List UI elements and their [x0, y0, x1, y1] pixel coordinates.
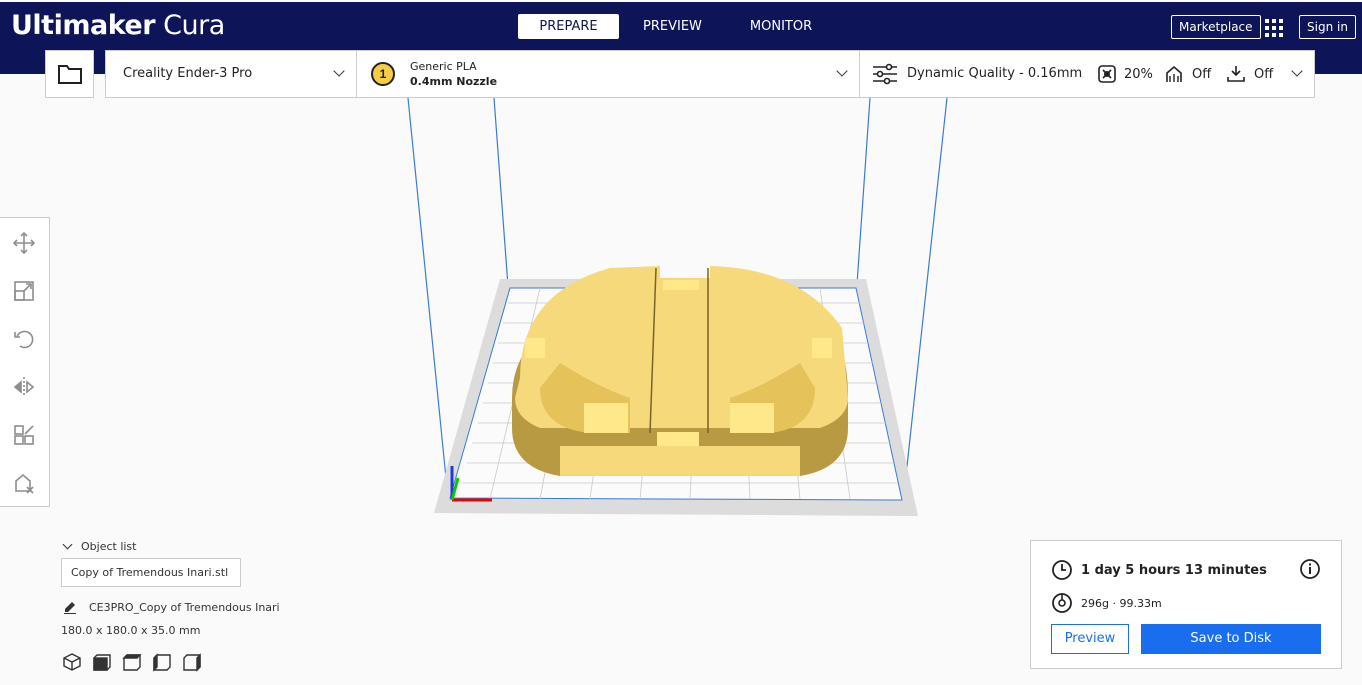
- tab-monitor[interactable]: MONITOR: [726, 14, 836, 39]
- adhesion-value: Off: [1254, 66, 1274, 82]
- infill-indicator: 20%: [1098, 63, 1153, 85]
- printer-selector[interactable]: Creality Ender-3 Pro: [106, 51, 357, 97]
- chevron-down-icon: [836, 65, 848, 77]
- scale-tool-icon[interactable]: [12, 279, 36, 303]
- support-blocker-icon[interactable]: [12, 471, 36, 495]
- apps-grid-icon[interactable]: [1264, 18, 1284, 38]
- print-settings-selector[interactable]: Dynamic Quality - 0.16mm 20% Off Off: [860, 51, 1315, 97]
- job-name-row[interactable]: CE3PRO_Copy of Tremendous Inari: [63, 600, 280, 614]
- 3d-viewport[interactable]: [0, 98, 1362, 538]
- marketplace-button[interactable]: Marketplace: [1171, 15, 1261, 39]
- mirror-tool-icon[interactable]: [12, 375, 36, 399]
- sliders-icon: [873, 63, 897, 85]
- material-selector[interactable]: 1 Generic PLA 0.4mm Nozzle: [357, 51, 860, 97]
- tool-panel: [0, 217, 50, 507]
- brand-light: Cura: [163, 10, 225, 41]
- job-name: CE3PRO_Copy of Tremendous Inari: [89, 600, 280, 614]
- print-time-row: 1 day 5 hours 13 minutes: [1051, 559, 1267, 581]
- model-mesh[interactable]: [512, 266, 848, 476]
- support-indicator: Off: [1164, 63, 1211, 85]
- chevron-down-icon: [333, 65, 345, 77]
- sign-in-button[interactable]: Sign in: [1299, 15, 1356, 39]
- view-top-icon[interactable]: [122, 652, 142, 672]
- per-model-settings-icon[interactable]: [12, 423, 36, 447]
- nozzle-size: 0.4mm Nozzle: [410, 75, 498, 88]
- object-list-item[interactable]: Copy of Tremendous Inari.stl: [61, 558, 241, 587]
- open-file-button[interactable]: [45, 50, 94, 98]
- print-time: 1 day 5 hours 13 minutes: [1081, 562, 1267, 578]
- model-dimensions: 180.0 x 180.0 x 35.0 mm: [61, 624, 201, 637]
- chevron-down-icon: [62, 539, 73, 550]
- infill-value: 20%: [1124, 66, 1153, 82]
- pencil-icon[interactable]: [63, 600, 77, 614]
- chevron-down-icon: [1291, 65, 1303, 77]
- adhesion-icon: [1227, 66, 1245, 82]
- move-tool-icon[interactable]: [12, 231, 36, 255]
- tab-prepare[interactable]: PREPARE: [518, 14, 619, 39]
- object-list-toggle[interactable]: Object list: [62, 539, 137, 553]
- support-icon: [1166, 65, 1182, 82]
- view-front-icon[interactable]: [92, 652, 112, 672]
- view-left-icon[interactable]: [152, 652, 172, 672]
- stage-tabs: PREPARE PREVIEW MONITOR: [518, 14, 836, 39]
- info-icon[interactable]: [1299, 558, 1321, 580]
- material-usage-row: 296g · 99.33m: [1051, 592, 1162, 614]
- camera-view-buttons: [62, 652, 202, 672]
- preview-button[interactable]: Preview: [1051, 624, 1129, 654]
- printer-name: Creality Ender-3 Pro: [123, 66, 253, 81]
- material-name: Generic PLA: [410, 60, 477, 73]
- view-3d-icon[interactable]: [62, 652, 82, 672]
- rotate-tool-icon[interactable]: [12, 327, 36, 351]
- support-value: Off: [1192, 66, 1212, 82]
- extruder-badge: 1: [371, 62, 395, 86]
- object-list-label: Object list: [81, 540, 137, 553]
- print-summary-panel: 1 day 5 hours 13 minutes 296g · 99.33m P…: [1030, 540, 1342, 669]
- clock-icon: [1052, 560, 1072, 580]
- app-logo: Ultimaker Cura: [11, 10, 225, 41]
- brand-bold: Ultimaker: [11, 10, 156, 41]
- folder-icon: [57, 65, 82, 84]
- material-usage: 296g · 99.33m: [1081, 596, 1162, 610]
- adhesion-indicator: Off: [1226, 63, 1273, 85]
- tab-preview[interactable]: PREVIEW: [619, 14, 726, 39]
- view-right-icon[interactable]: [182, 652, 202, 672]
- profile-name: Dynamic Quality - 0.16mm: [907, 66, 1083, 81]
- save-to-disk-button[interactable]: Save to Disk: [1141, 624, 1321, 654]
- settings-bar: Creality Ender-3 Pro 1 Generic PLA 0.4mm…: [105, 50, 1315, 98]
- spool-icon: [1052, 593, 1072, 613]
- infill-icon: [1098, 65, 1116, 83]
